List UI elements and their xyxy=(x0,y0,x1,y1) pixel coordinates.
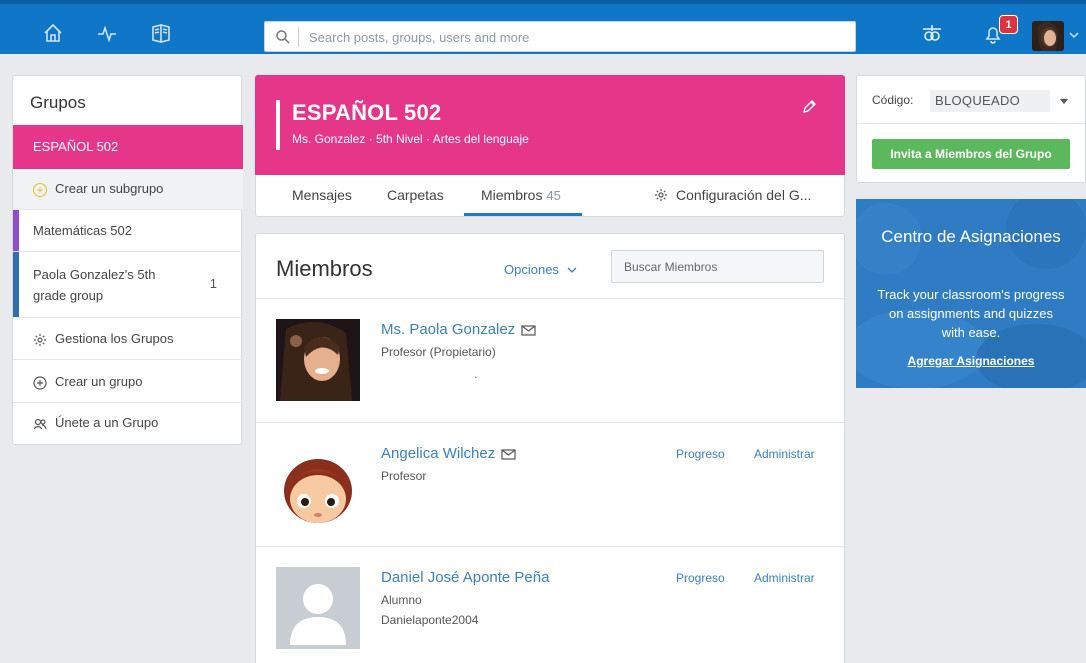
member-avatar[interactable] xyxy=(276,567,360,649)
member-photo[interactable] xyxy=(276,319,360,401)
notification-badge[interactable]: 1 xyxy=(999,15,1018,34)
member-name: Angelica Wilchez xyxy=(381,445,496,462)
sidebar-item-group[interactable]: Matemáticas 502 xyxy=(13,209,243,251)
backpack-icon[interactable] xyxy=(920,21,944,45)
member-extra: . xyxy=(474,367,478,381)
create-subgroup-button[interactable]: + Crear un subgrupo xyxy=(13,169,243,209)
access-code-card: Código: BLOQUEADO Invita a Miembros del … xyxy=(856,75,1086,183)
plus-circle-icon: + xyxy=(33,182,47,197)
tab-settings[interactable]: Configuración del G... xyxy=(654,187,811,203)
member-username: Danielaponte2004 xyxy=(381,613,479,627)
search-input[interactable] xyxy=(309,26,829,48)
user-avatar[interactable] xyxy=(1032,21,1064,51)
sidebar-item-active-group[interactable]: ESPAÑOL 502 xyxy=(13,125,243,169)
options-dropdown[interactable]: Opciones xyxy=(504,262,577,277)
progress-link[interactable]: Progreso xyxy=(676,447,725,461)
gear-icon xyxy=(655,189,667,201)
people-icon xyxy=(33,418,47,429)
members-count: 45 xyxy=(546,188,561,203)
join-group-link[interactable]: Únete a un Grupo xyxy=(13,402,243,444)
group-tabs: Mensajes Carpetas Miembros 45 Configurac… xyxy=(255,175,845,217)
manage-groups-label: Gestiona los Grupos xyxy=(55,331,174,346)
chevron-down-icon xyxy=(567,267,577,273)
pencil-icon[interactable] xyxy=(801,99,817,115)
create-group-label: Crear un grupo xyxy=(55,374,143,389)
code-options-caret[interactable] xyxy=(1060,99,1068,104)
options-label: Opciones xyxy=(504,262,559,277)
tab-folders[interactable]: Carpetas xyxy=(387,187,444,203)
create-group-link[interactable]: Crear un grupo xyxy=(13,359,243,402)
active-tab-indicator xyxy=(464,213,582,216)
administer-link[interactable]: Administrar xyxy=(754,571,815,585)
member-role: Profesor xyxy=(381,469,427,483)
tab-members[interactable]: Miembros 45 xyxy=(481,187,561,203)
manage-groups-link[interactable]: Gestiona los Grupos xyxy=(13,317,243,359)
divider xyxy=(857,123,1085,124)
member-search-input[interactable] xyxy=(611,250,824,283)
home-icon[interactable] xyxy=(42,22,64,44)
sidebar-item-label: Matemáticas 502 xyxy=(33,223,132,238)
tab-messages[interactable]: Mensajes xyxy=(292,187,352,203)
sidebar-title: Grupos xyxy=(30,93,86,112)
group-count: 1 xyxy=(209,276,217,291)
member-row: Daniel José Aponte Peña Alumno Danielapo… xyxy=(256,546,844,663)
join-group-label: Únete a un Grupo xyxy=(55,415,159,430)
group-meta: Ms. Gonzalez · 5th Nivel · Artes del len… xyxy=(292,132,529,146)
member-name-link[interactable]: Daniel José Aponte Peña xyxy=(381,569,549,586)
assignments-promo: Centro de Asignaciones Track your classr… xyxy=(856,199,1086,388)
create-subgroup-label: Crear un subgrupo xyxy=(55,181,164,196)
member-name: Daniel José Aponte Peña xyxy=(381,569,550,586)
group-header: ESPAÑOL 502 Ms. Gonzalez · 5th Nivel · A… xyxy=(255,75,845,175)
global-search xyxy=(264,21,856,52)
member-row: Angelica Wilchez Profesor Progreso Admin… xyxy=(256,422,844,546)
invite-members-button[interactable]: Invita a Miembros del Grupo xyxy=(872,139,1070,169)
member-name-link[interactable]: Angelica Wilchez xyxy=(381,445,516,462)
members-panel: Miembros Opciones Ms. Paola Gonzalez Pro… xyxy=(255,233,845,663)
gear-icon xyxy=(34,333,46,346)
administer-link[interactable]: Administrar xyxy=(754,447,815,461)
member-row: Ms. Paola Gonzalez Profesor (Propietario… xyxy=(256,298,844,422)
mail-icon[interactable] xyxy=(521,324,536,336)
chevron-down-icon[interactable] xyxy=(1068,30,1080,40)
sidebar-item-group[interactable]: Paola Gonzalez's 5th grade group 1 xyxy=(13,251,243,317)
group-color-stripe xyxy=(13,252,19,317)
member-role: Profesor (Propietario) xyxy=(381,345,496,359)
plus-circle-icon xyxy=(33,375,47,390)
members-heading: Miembros xyxy=(276,256,373,281)
member-name-link[interactable]: Ms. Paola Gonzalez xyxy=(381,321,536,338)
promo-title: Centro de Asignaciones xyxy=(881,227,1061,246)
member-role: Alumno xyxy=(381,593,422,607)
courses-icon[interactable] xyxy=(150,22,172,44)
code-value: BLOQUEADO xyxy=(930,90,1050,112)
member-avatar[interactable] xyxy=(276,443,360,525)
progress-link[interactable]: Progreso xyxy=(676,571,725,585)
group-title: ESPAÑOL 502 xyxy=(292,100,442,125)
sidebar-item-label: Paola Gonzalez's 5th grade group xyxy=(33,267,156,303)
activity-icon[interactable] xyxy=(96,22,118,44)
add-assignments-link[interactable]: Agregar Asignaciones xyxy=(856,354,1086,368)
group-color-stripe xyxy=(13,210,19,251)
search-icon xyxy=(276,30,290,44)
tab-members-label: Miembros xyxy=(481,187,543,203)
groups-sidebar: Grupos ESPAÑOL 502 + Crear un subgrupo Ma… xyxy=(12,75,243,445)
mail-icon[interactable] xyxy=(501,448,516,460)
member-name: Ms. Paola Gonzalez xyxy=(381,321,516,338)
search-divider xyxy=(298,27,299,47)
code-label: Código: xyxy=(872,93,914,107)
top-navigation-bar: 1 xyxy=(0,0,1086,54)
tab-settings-label: Configuración del G... xyxy=(676,187,812,203)
promo-body: Track your classroom's progress on assig… xyxy=(877,287,1065,340)
header-accent-bar xyxy=(276,100,280,150)
